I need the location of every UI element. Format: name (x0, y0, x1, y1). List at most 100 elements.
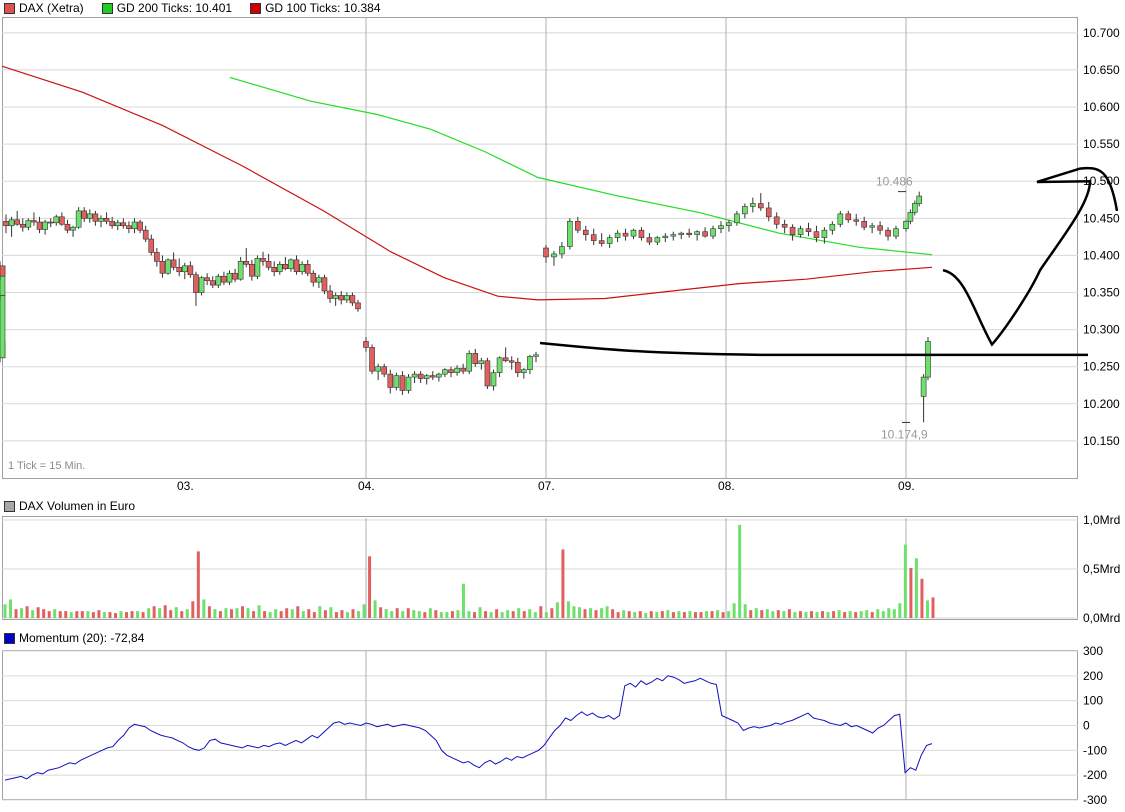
volume-bar (180, 611, 184, 618)
candle-body (821, 229, 828, 238)
volume-bar (809, 611, 813, 618)
candle-body (521, 369, 527, 373)
candle-body (877, 225, 883, 231)
volume-bar (931, 597, 935, 618)
candle-body (765, 207, 772, 218)
momentum-y-tick-label: 200 (1083, 669, 1103, 683)
volume-bar (550, 608, 554, 618)
volume-bar (268, 612, 272, 618)
volume-bar (605, 606, 609, 618)
candle-body (81, 210, 88, 219)
volume-bar (218, 611, 222, 618)
candle-body (159, 261, 166, 274)
volume-bar (500, 612, 504, 618)
candle-body (533, 354, 539, 357)
volume-bar (290, 609, 294, 618)
volume-bar (765, 609, 769, 618)
candle-body (276, 264, 283, 273)
volume-bar (848, 611, 852, 618)
candle-body (310, 272, 317, 283)
candle-body (598, 240, 605, 244)
volume-bar (362, 604, 366, 618)
candle-body (907, 212, 914, 222)
candle-body (355, 302, 361, 310)
volume-bar (688, 611, 692, 618)
volume-bar (892, 609, 896, 618)
volume-bar (274, 609, 278, 618)
candle-body (773, 216, 780, 225)
candle-body (885, 229, 891, 237)
volume-bar (660, 611, 664, 618)
volume-bar (804, 612, 808, 618)
volume-bar (136, 611, 140, 618)
volume-bar (787, 609, 791, 618)
volume-bar (307, 609, 311, 618)
candle-body (893, 228, 899, 237)
candle-body (670, 234, 677, 237)
volume-bar (925, 600, 929, 618)
candle-body (411, 373, 418, 378)
x-axis-label: 08. (718, 479, 735, 493)
candle-body (478, 360, 485, 365)
candle-body (387, 373, 394, 388)
candle-body (165, 259, 171, 274)
volume-bar (312, 612, 316, 618)
volume-bar (611, 609, 615, 618)
volume-bar (732, 603, 736, 618)
price-y-tick-label: 10.150 (1083, 434, 1120, 448)
x-axis-label: 07. (538, 479, 555, 493)
volume-bar (583, 609, 587, 618)
volume-bar (191, 601, 195, 618)
volume-bar (102, 612, 106, 618)
candle-body (226, 272, 233, 283)
candle-body (925, 341, 931, 378)
candle-body (466, 353, 473, 372)
candle-body (502, 357, 509, 362)
candle-body (232, 272, 238, 280)
candle-body (59, 216, 65, 225)
candle-body (114, 222, 121, 227)
candle-body (338, 295, 345, 301)
candle-body (911, 203, 918, 213)
candle-body (243, 261, 250, 265)
volume-bar (566, 601, 570, 618)
volume-bar (130, 611, 134, 618)
volume-bar (484, 611, 488, 618)
candle-body (53, 216, 60, 224)
candle-body (460, 367, 466, 372)
candle-body (514, 361, 521, 373)
candle-body (496, 357, 503, 373)
annotation-low: 10.174,9 (881, 427, 928, 441)
candle-body (332, 295, 339, 299)
candle-body (349, 295, 356, 304)
volume-bar (125, 612, 129, 618)
volume-bar (865, 610, 869, 618)
candle-body (98, 218, 104, 222)
price-y-tick-label: 10.250 (1083, 360, 1120, 374)
volume-bar (108, 612, 112, 618)
candle-body (109, 220, 115, 227)
candle-body (853, 219, 860, 222)
price-y-tick-label: 10.600 (1083, 100, 1120, 114)
volume-bar (649, 611, 653, 618)
candle-body (702, 231, 708, 237)
candle-body (321, 277, 328, 292)
volume-bar (495, 609, 499, 618)
volume-y-tick-label: 0,0Mrd (1083, 611, 1120, 625)
volume-bar (705, 611, 709, 618)
volume-bar (876, 609, 880, 618)
candle-body (254, 258, 261, 277)
candle-body (304, 264, 311, 274)
volume-bar (539, 606, 543, 618)
volume-bar (412, 610, 416, 618)
candle-body (249, 264, 255, 277)
volume-bar (837, 610, 841, 618)
candle-body (299, 264, 305, 273)
candle-body (429, 375, 436, 378)
candle-body (710, 228, 716, 237)
volume-bar (202, 599, 206, 618)
volume-bar (450, 611, 454, 618)
candle-body (42, 221, 48, 230)
candle-body (19, 223, 26, 228)
volume-bar (263, 611, 267, 618)
